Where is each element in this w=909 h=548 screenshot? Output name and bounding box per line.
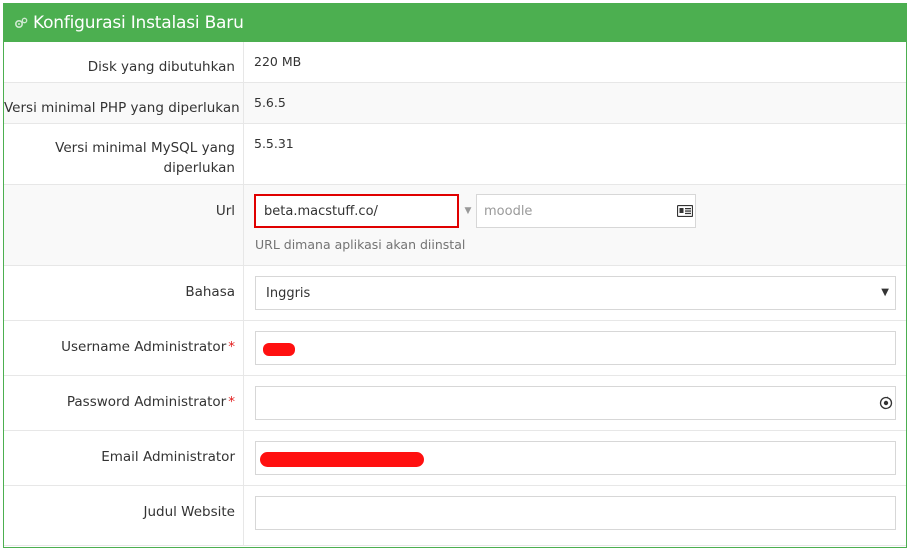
admin-password-label-text: Password Administrator (66, 394, 227, 410)
admin-password-input[interactable] (255, 386, 896, 420)
dropdown-arrow-icon: ▼ (881, 287, 889, 298)
install-config-panel: Konfigurasi Instalasi Baru Disk yang dib… (3, 3, 907, 548)
admin-password-label: Password Administrator * (4, 376, 244, 430)
language-label: Bahasa (4, 266, 244, 320)
disk-row: Disk yang dibutuhkan 220 MB (4, 42, 906, 83)
language-select[interactable]: Inggris ▼ (255, 276, 896, 310)
php-row: Versi minimal PHP yang diperlukan 5.6.5 (4, 83, 906, 124)
site-title-label: Judul Website (4, 486, 244, 545)
admin-password-row: Password Administrator * (4, 376, 906, 431)
php-value: 5.6.5 (254, 95, 286, 110)
redaction-mark (263, 343, 295, 356)
php-label: Versi minimal PHP yang diperlukan (4, 83, 244, 123)
required-mark: * (228, 394, 235, 410)
url-help-text: URL dimana aplikasi akan diinstal (255, 237, 466, 252)
admin-email-label: Email Administrator (4, 431, 244, 485)
language-row: Bahasa Inggris ▼ (4, 266, 906, 321)
required-mark: * (228, 339, 235, 355)
panel-title: Konfigurasi Instalasi Baru (33, 13, 244, 33)
password-generate-icon[interactable] (879, 396, 893, 414)
mysql-row: Versi minimal MySQL yang diperlukan 5.5.… (4, 124, 906, 185)
url-label: Url (4, 185, 244, 265)
language-selected: Inggris (266, 285, 311, 301)
caret-down-icon: ▼ (464, 206, 472, 216)
admin-username-input[interactable] (255, 331, 896, 365)
panel-heading: Konfigurasi Instalasi Baru (4, 4, 906, 42)
cogs-icon (14, 16, 28, 30)
disk-value: 220 MB (254, 54, 302, 69)
admin-username-label: Username Administrator * (4, 321, 244, 375)
admin-email-row: Email Administrator (4, 431, 906, 486)
url-path-input[interactable]: moodle (476, 194, 696, 228)
url-protocol-dropdown[interactable]: ▼ (460, 194, 476, 228)
redaction-mark (260, 452, 424, 467)
id-card-icon (676, 204, 694, 221)
url-path-placeholder: moodle (484, 203, 533, 219)
disk-label: Disk yang dibutuhkan (4, 42, 244, 82)
site-title-input[interactable] (255, 496, 896, 530)
url-host-input[interactable]: beta.macstuff.co/ (254, 194, 459, 228)
admin-email-input[interactable] (255, 441, 896, 475)
site-title-row: Judul Website (4, 486, 906, 546)
mysql-value: 5.5.31 (254, 136, 294, 151)
url-row: Url beta.macstuff.co/ ▼ moodle URL diman… (4, 185, 906, 266)
mysql-label: Versi minimal MySQL yang diperlukan (4, 124, 244, 184)
admin-username-row: Username Administrator * (4, 321, 906, 376)
admin-username-label-text: Username Administrator (61, 339, 227, 355)
